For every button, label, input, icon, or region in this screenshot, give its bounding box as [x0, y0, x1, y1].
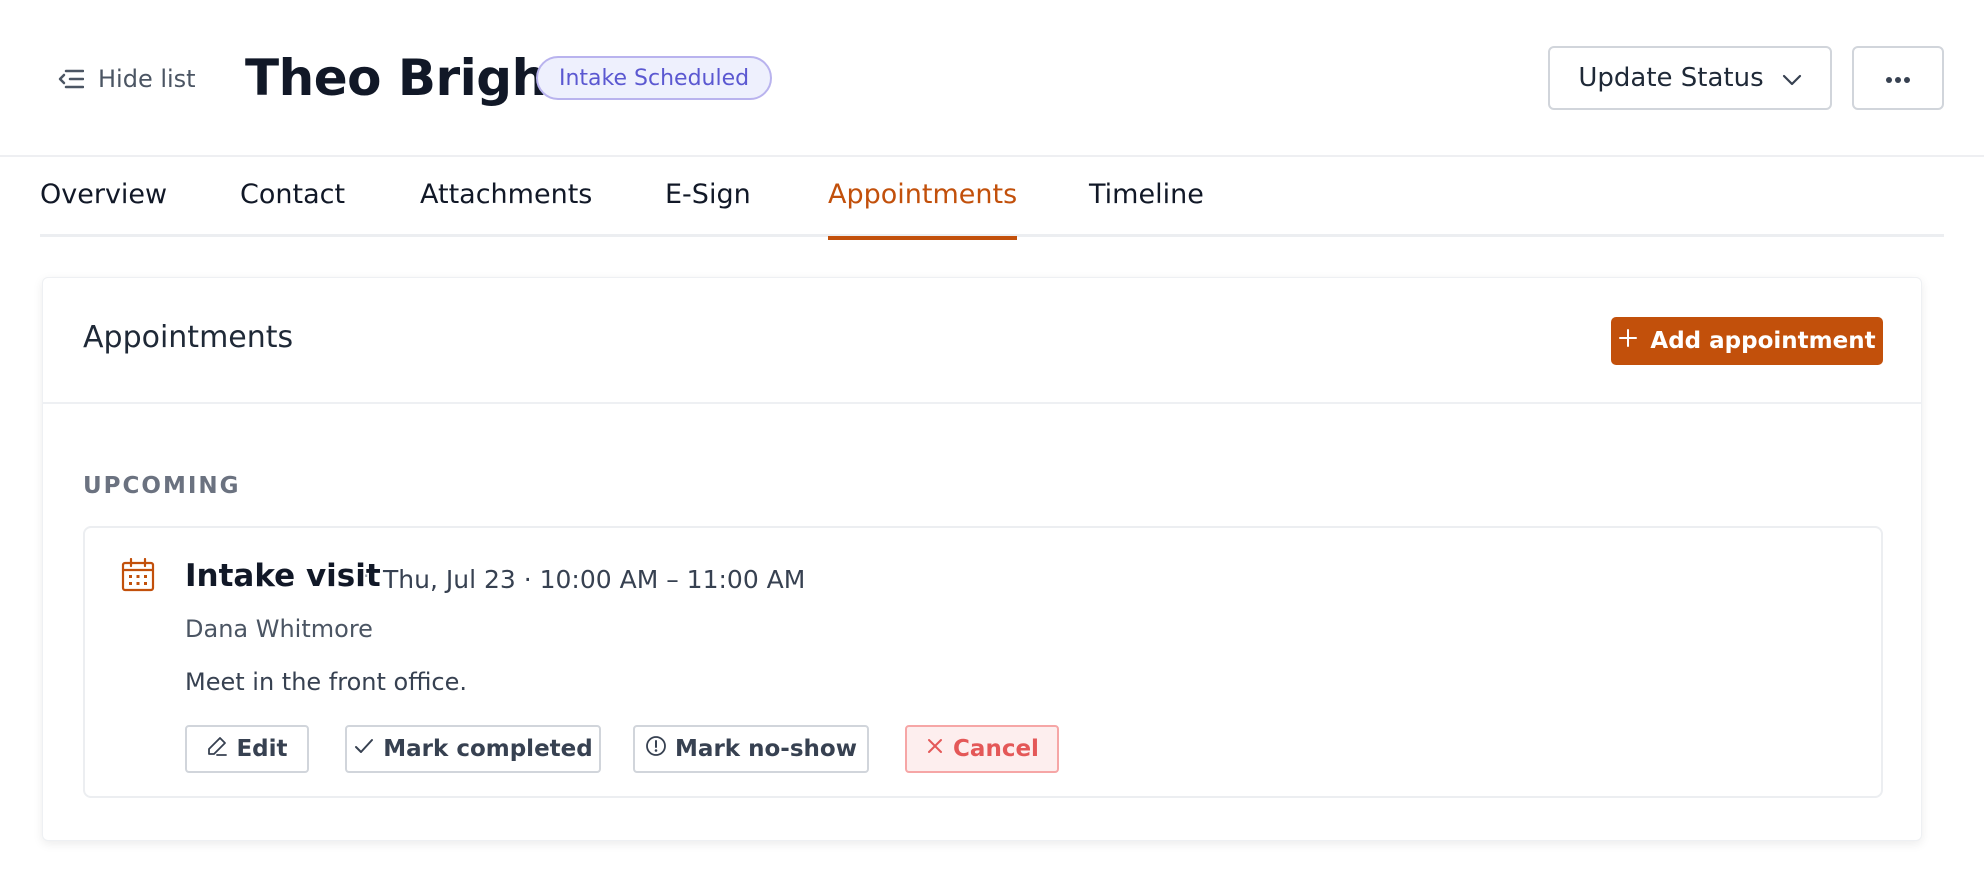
list-collapse-icon — [58, 69, 84, 89]
appointments-card-header: Appointments Add appointment — [43, 278, 1921, 404]
appointment-item: Intake visit · Thu, Jul 23 · 10:00 AM – … — [83, 526, 1883, 798]
cancel-appointment-button[interactable]: Cancel — [905, 725, 1059, 773]
appointments-title: Appointments — [83, 320, 294, 355]
cancel-label: Cancel — [953, 736, 1039, 762]
page-title: Theo Bright — [245, 49, 571, 107]
appointment-note: Meet in the front office. — [185, 668, 467, 696]
chevron-down-icon — [1782, 63, 1802, 93]
edit-label: Edit — [236, 736, 288, 762]
mark-completed-button[interactable]: Mark completed — [345, 725, 601, 773]
tab-appointments[interactable]: Appointments — [828, 179, 1018, 240]
hide-list-button[interactable]: Hide list — [58, 62, 196, 96]
mark-no-show-button[interactable]: Mark no-show — [633, 725, 869, 773]
appointment-name: Intake visit — [185, 558, 381, 594]
edit-button[interactable]: Edit — [185, 725, 309, 773]
appointment-person: Dana Whitmore — [185, 615, 373, 643]
mark-completed-label: Mark completed — [383, 736, 593, 762]
tab-attachments[interactable]: Attachments — [420, 179, 592, 237]
add-appointment-button[interactable]: Add appointment — [1611, 317, 1883, 365]
hide-list-label: Hide list — [98, 65, 196, 93]
alert-circle-icon — [645, 735, 667, 763]
tab-e-sign[interactable]: E-Sign — [665, 179, 751, 237]
update-status-button[interactable]: Update Status — [1548, 46, 1832, 110]
tab-overview[interactable]: Overview — [40, 179, 167, 237]
plus-icon — [1618, 328, 1638, 354]
close-icon — [925, 736, 945, 762]
tab-timeline[interactable]: Timeline — [1089, 179, 1204, 237]
upcoming-section-label: UPCOMING — [83, 473, 241, 499]
record-tabs: Overview Contact Attachments E-Sign Appo… — [40, 157, 1944, 240]
pencil-icon — [206, 735, 228, 763]
status-badge: Intake Scheduled — [536, 56, 773, 100]
add-appointment-label: Add appointment — [1650, 328, 1876, 354]
more-options-button[interactable] — [1852, 46, 1944, 110]
update-status-label: Update Status — [1578, 63, 1764, 93]
tab-contact[interactable]: Contact — [240, 179, 345, 237]
check-icon — [353, 735, 375, 763]
appointment-time: Thu, Jul 23 · 10:00 AM – 11:00 AM — [383, 565, 806, 594]
mark-no-show-label: Mark no-show — [675, 736, 857, 762]
calendar-icon — [121, 557, 155, 596]
appointments-card: Appointments Add appointment UPCOMING In… — [42, 277, 1922, 841]
record-header: Hide list Theo Bright Intake Scheduled U… — [0, 0, 1984, 157]
more-horizontal-icon — [1885, 69, 1911, 88]
appointment-separator: · — [363, 564, 370, 588]
